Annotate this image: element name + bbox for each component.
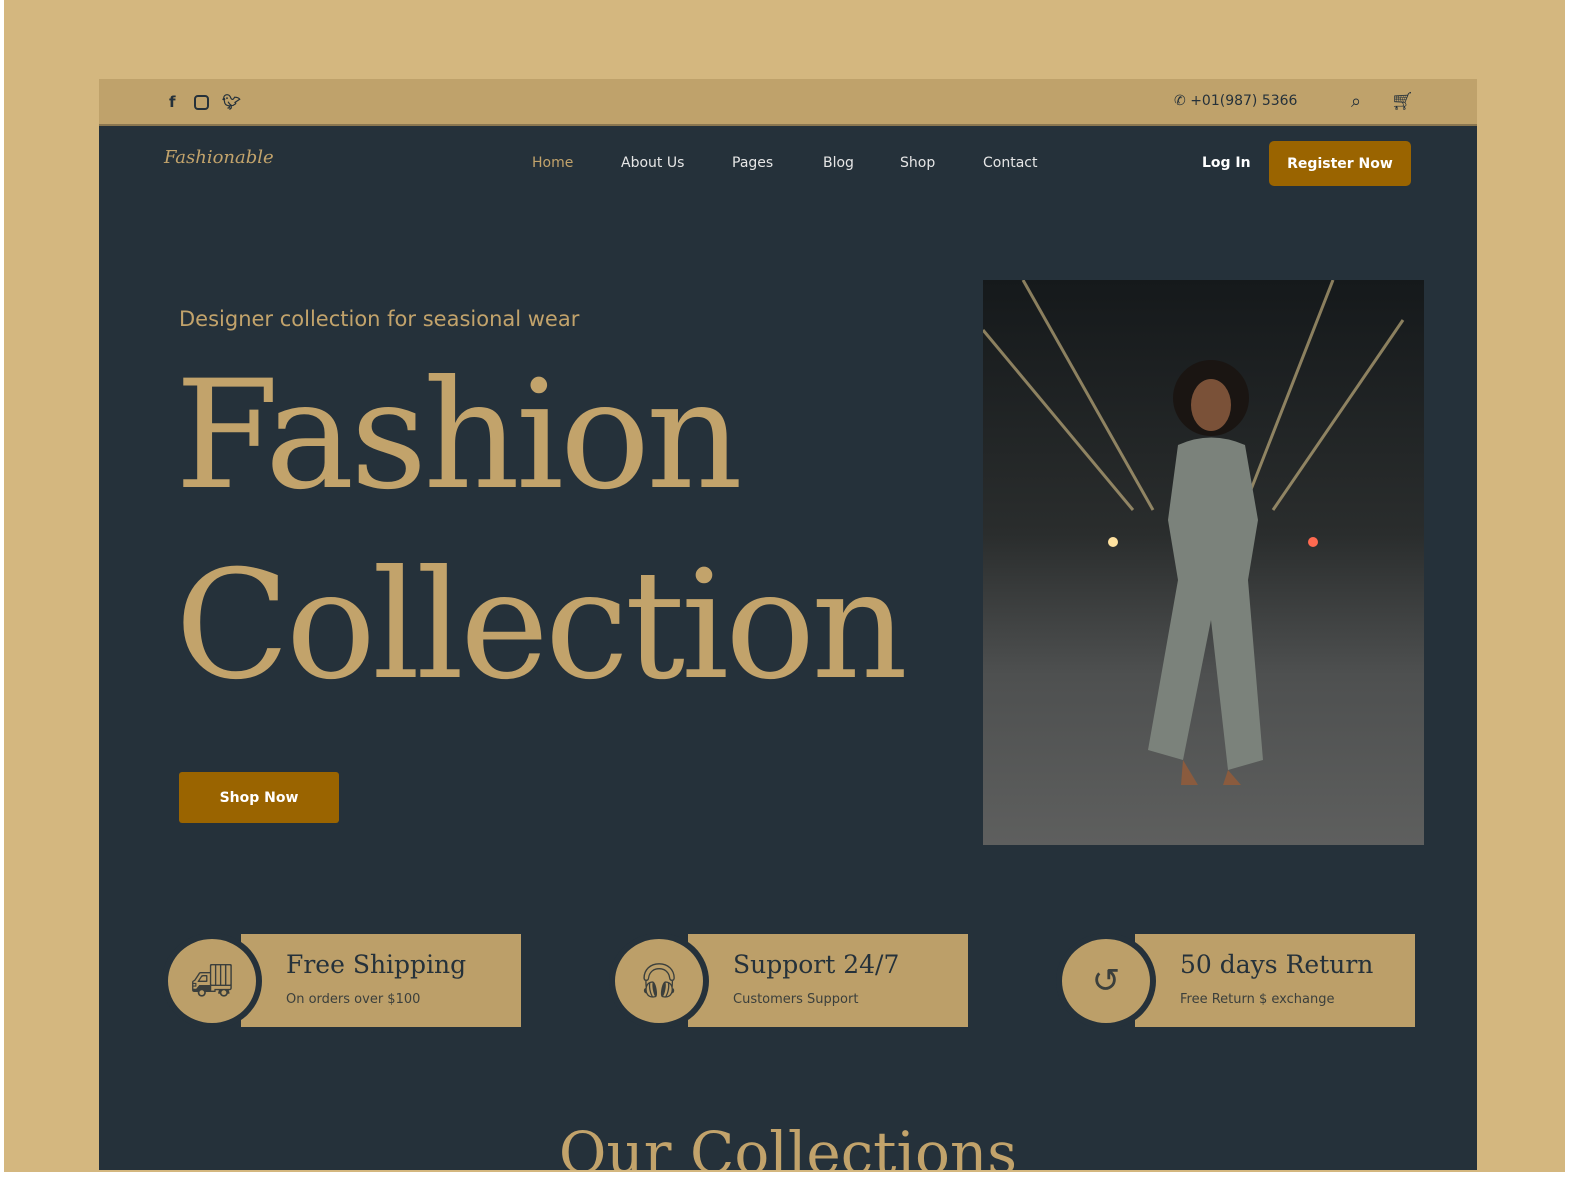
feature-title: 50 days Return [1180, 950, 1374, 979]
page-background: f 🐦︎ ✆ +01(987) 5366 ⌕ 🛒︎ Fashionable Ho… [4, 0, 1565, 1172]
truck-icon: 🚚︎ [162, 933, 262, 1029]
shop-now-button[interactable]: Shop Now [179, 772, 339, 823]
feature-free-shipping: 🚚︎ Free Shipping On orders over $100 [162, 933, 526, 1029]
website-frame: f 🐦︎ ✆ +01(987) 5366 ⌕ 🛒︎ Fashionable Ho… [99, 79, 1477, 1170]
nav-shop[interactable]: Shop [900, 155, 935, 171]
feature-title: Support 24/7 [733, 950, 900, 979]
nav-home[interactable]: Home [532, 155, 573, 171]
feature-card [688, 934, 968, 1027]
section-title: Our Collections [558, 1119, 1018, 1170]
top-bar: f 🐦︎ ✆ +01(987) 5366 ⌕ 🛒︎ [99, 79, 1477, 126]
logo[interactable]: Fashionable [164, 147, 274, 168]
feature-card [241, 934, 521, 1027]
register-button[interactable]: Register Now [1269, 141, 1411, 186]
nav-contact[interactable]: Contact [983, 155, 1037, 171]
twitter-icon[interactable]: 🐦︎ [222, 93, 241, 111]
feature-subtitle: On orders over $100 [286, 992, 421, 1007]
nav-about[interactable]: About Us [621, 155, 684, 171]
phone-text: +01(987) 5366 [1190, 93, 1298, 109]
login-link[interactable]: Log In [1202, 155, 1251, 171]
feature-subtitle: Customers Support [733, 992, 859, 1007]
feature-return: ↺ 50 days Return Free Return $ exchange [1056, 933, 1420, 1029]
feature-subtitle: Free Return $ exchange [1180, 992, 1335, 1007]
nav-blog[interactable]: Blog [823, 155, 854, 171]
feature-title: Free Shipping [286, 950, 467, 979]
headset-icon: 🎧︎ [609, 933, 709, 1029]
hero-title-line1: Fashion [175, 349, 743, 523]
return-icon: ↺ [1056, 933, 1156, 1029]
instagram-icon[interactable] [194, 95, 209, 110]
feature-support: 🎧︎ Support 24/7 Customers Support [609, 933, 973, 1029]
search-icon[interactable]: ⌕ [1351, 91, 1361, 112]
feature-card [1135, 934, 1415, 1027]
hero-subtitle: Designer collection for seasional wear [179, 307, 580, 331]
hero-title-line2: Collection [175, 539, 908, 713]
nav-pages[interactable]: Pages [732, 155, 773, 171]
cart-icon[interactable]: 🛒︎ [1391, 91, 1414, 112]
hero-photo [983, 280, 1424, 845]
facebook-icon[interactable]: f [169, 93, 176, 111]
model-illustration [983, 280, 1405, 785]
phone-number[interactable]: ✆ +01(987) 5366 [1174, 93, 1297, 109]
